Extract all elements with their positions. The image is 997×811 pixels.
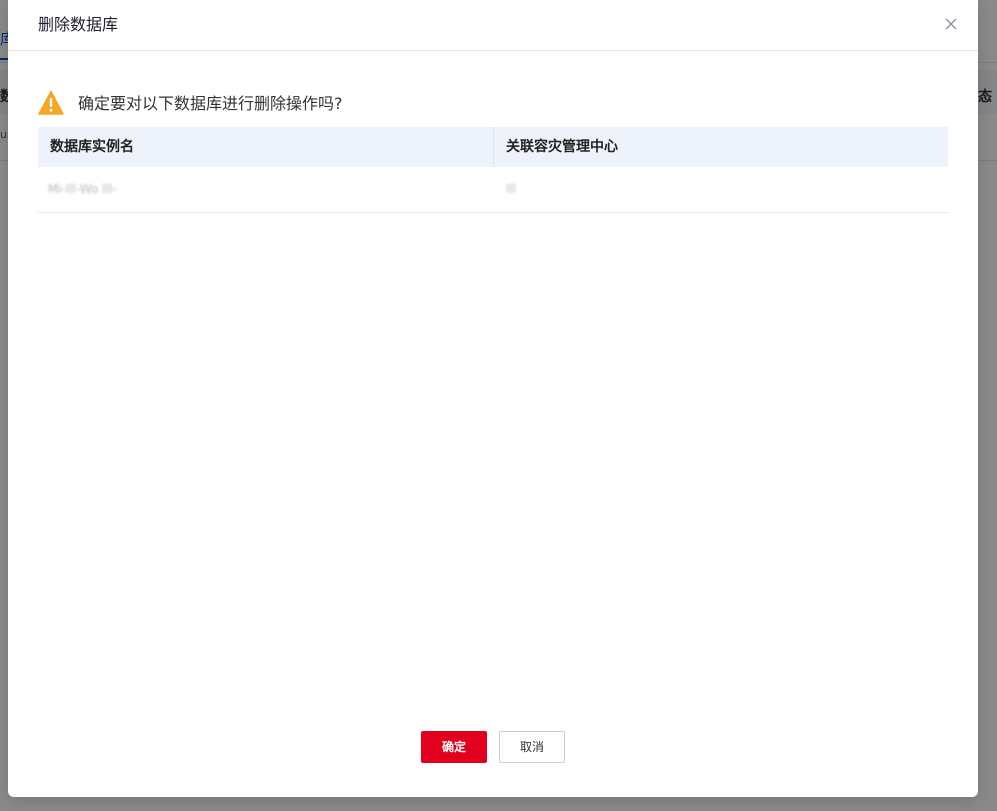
dialog-header: 删除数据库 — [8, 0, 978, 51]
cancel-button[interactable]: 取消 — [499, 731, 565, 763]
cell-instance-name: Mi-lll-Wo lll- — [48, 182, 117, 196]
cell-dr-center: lll — [506, 182, 517, 196]
header-divider — [493, 127, 494, 167]
warning-text: 确定要对以下数据库进行删除操作吗? — [78, 94, 343, 113]
warning-message: 确定要对以下数据库进行删除操作吗? — [38, 90, 938, 118]
close-icon[interactable] — [943, 16, 959, 32]
warning-icon — [38, 90, 64, 116]
dialog-title: 删除数据库 — [38, 15, 119, 34]
header-instance-name: 数据库实例名 — [50, 139, 134, 155]
confirm-button[interactable]: 确定 — [421, 731, 487, 763]
table-header: 数据库实例名 关联容灾管理中心 — [38, 127, 948, 167]
header-dr-center: 关联容灾管理中心 — [506, 139, 618, 155]
database-table: 数据库实例名 关联容灾管理中心 Mi-lll-Wo lll- lll — [38, 127, 948, 213]
table-row: Mi-lll-Wo lll- lll — [38, 167, 948, 213]
dialog-footer: 确定 取消 — [8, 731, 978, 763]
delete-database-dialog: 删除数据库 确定要对以下数据库进行删除操作吗? 数据库实例名 关联容灾管理中心 … — [8, 0, 978, 797]
